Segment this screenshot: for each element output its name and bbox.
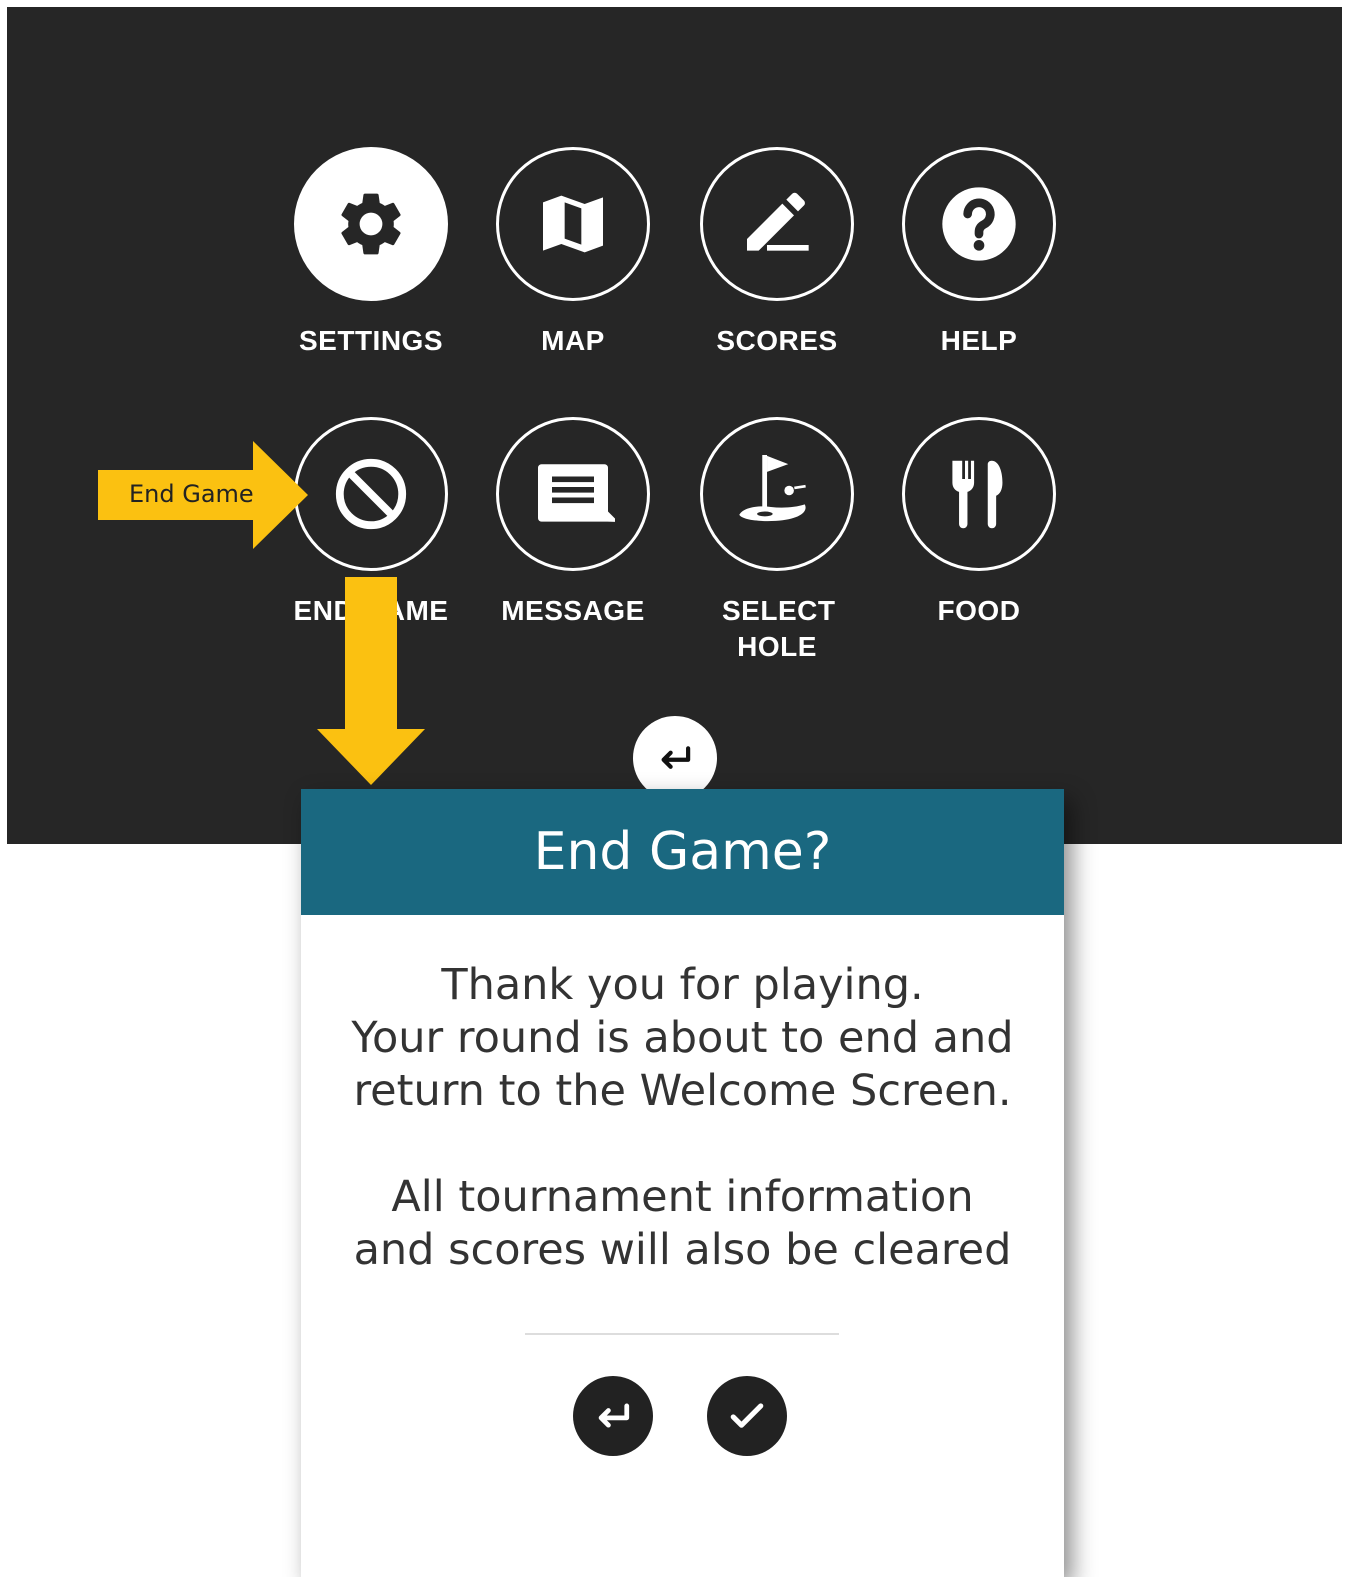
gear-icon: [341, 193, 401, 255]
check-icon: [730, 1403, 764, 1428]
confirm-button[interactable]: [707, 1376, 787, 1456]
fork-knife-icon: [952, 460, 1003, 529]
callout-label: End Game: [129, 480, 254, 508]
block-icon: [335, 458, 407, 530]
back-button[interactable]: [633, 716, 717, 800]
cancel-button[interactable]: [573, 1376, 653, 1456]
dialog-message-line: Your round is about to end and: [351, 1013, 1014, 1063]
settings-button[interactable]: [294, 147, 448, 301]
dialog-message-line: Thank you for playing.: [441, 960, 924, 1010]
menu-item-label: SETTINGS: [298, 325, 443, 356]
scores-button[interactable]: [700, 147, 854, 301]
end-game-button[interactable]: [294, 417, 448, 571]
menu-item-label: MESSAGE: [501, 595, 645, 626]
menu-item-label: HELP: [940, 325, 1018, 356]
menu-item-scores[interactable]: SCORES: [677, 147, 877, 359]
menu-item-label: SCORES: [716, 325, 838, 356]
dialog-message-2: All tournament information and scores wi…: [301, 1171, 1064, 1277]
dialog-title: End Game?: [533, 822, 832, 882]
golf-flag-icon: [739, 455, 806, 522]
food-button[interactable]: [902, 417, 1056, 571]
return-icon: [661, 746, 691, 769]
menu-item-label: SELECT HOLE: [722, 595, 836, 662]
map-button[interactable]: [496, 147, 650, 301]
menu-item-food[interactable]: FOOD: [879, 417, 1079, 629]
menu-item-select-hole[interactable]: SELECT HOLE: [677, 417, 877, 665]
message-button[interactable]: [496, 417, 650, 571]
menu-item-label: FOOD: [937, 595, 1021, 626]
menu-item-settings[interactable]: SETTINGS: [271, 147, 471, 359]
end-game-dialog: End Game? Thank you for playing. Your ro…: [301, 789, 1064, 1577]
dialog-divider: [525, 1333, 839, 1335]
menu-item-map[interactable]: MAP: [473, 147, 673, 359]
pencil-icon: [747, 192, 809, 251]
menu-item-message[interactable]: MESSAGE: [473, 417, 673, 629]
message-icon: [538, 464, 615, 522]
help-button[interactable]: [902, 147, 1056, 301]
select-hole-button[interactable]: [700, 417, 854, 571]
dialog-message-1: Thank you for playing. Your round is abo…: [301, 959, 1064, 1118]
dialog-message-line: and scores will also be cleared: [353, 1225, 1012, 1275]
callout-arrow-down: [317, 577, 425, 785]
map-icon: [543, 195, 603, 253]
dialog-body: Thank you for playing. Your round is abo…: [301, 959, 1064, 1277]
dialog-message-line: return to the Welcome Screen.: [353, 1066, 1012, 1116]
menu-item-label: MAP: [541, 325, 605, 356]
menu-item-help[interactable]: HELP: [879, 147, 1079, 359]
dialog-message-line: All tournament information: [391, 1172, 974, 1222]
dialog-header: End Game?: [301, 789, 1064, 915]
return-icon: [598, 1403, 630, 1428]
question-icon: [942, 187, 1016, 261]
